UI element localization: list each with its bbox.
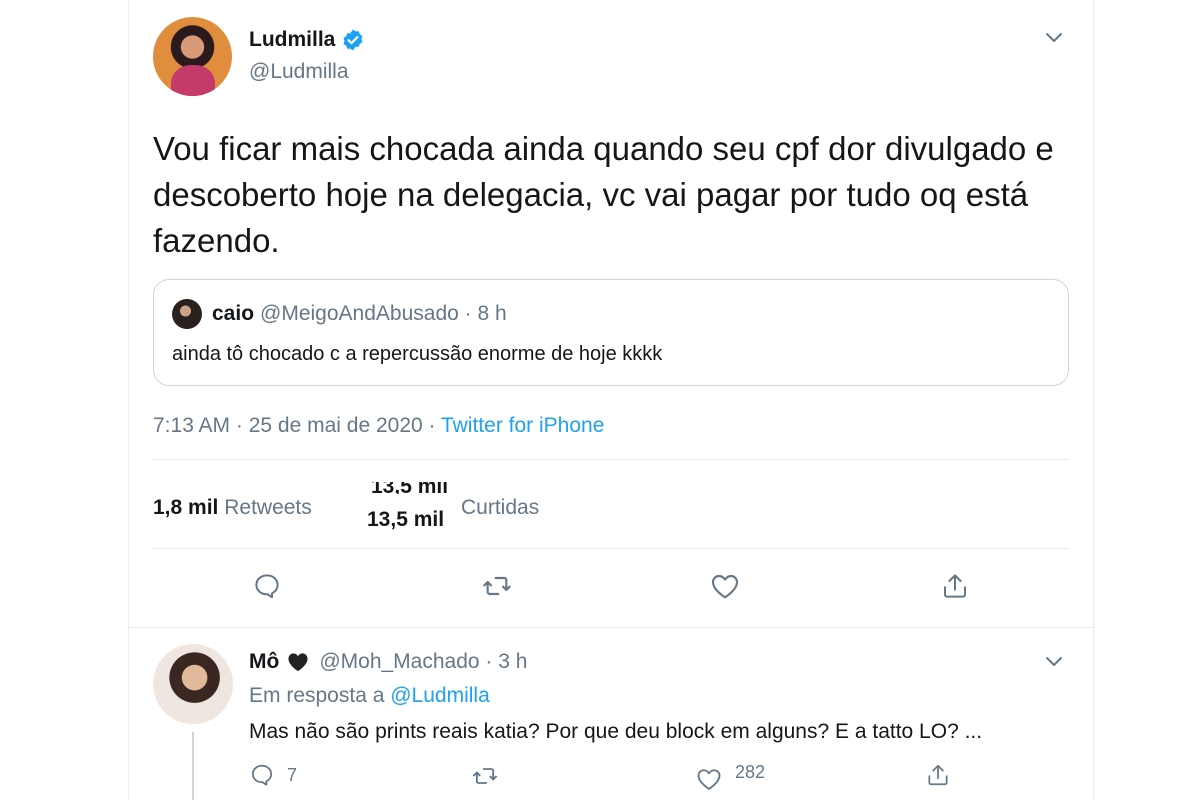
like-button[interactable] xyxy=(705,566,745,606)
chevron-down-icon[interactable] xyxy=(1043,650,1065,672)
tweet-source-link[interactable]: Twitter for iPhone xyxy=(441,414,604,437)
quoted-tweet[interactable]: caio @MeigoAndAbusado · 8 h ainda tô choc… xyxy=(153,279,1069,386)
share-icon xyxy=(944,574,966,598)
reply-header: Mô @Moh_Machado · 3 h xyxy=(249,650,527,674)
retweets-stat[interactable]: 1,8 mil Retweets xyxy=(153,496,312,520)
reply-author-name[interactable]: Mô xyxy=(249,650,279,674)
avatar[interactable] xyxy=(153,17,232,96)
retweet-button[interactable] xyxy=(477,566,517,606)
reply-share-button[interactable] xyxy=(925,762,951,788)
reply-actions: 7 282 xyxy=(249,762,1069,796)
tweet-actions xyxy=(129,566,1093,610)
quote-meta: @MeigoAndAbusado · 8 h xyxy=(260,302,507,325)
timeline-column: Ludmilla @Ludmilla Vou ficar mais chocad… xyxy=(128,0,1094,800)
quote-text: ainda tô chocado c a repercussão enorme … xyxy=(172,343,663,365)
reply-tweet[interactable]: Mô @Moh_Machado · 3 h Em resposta a @Lud… xyxy=(129,628,1093,800)
reply-button[interactable] xyxy=(247,566,287,606)
tweet-timestamp[interactable]: 7:13 AM · 25 de mai de 2020 · xyxy=(153,414,441,437)
reply-icon xyxy=(251,764,273,786)
likes-label[interactable]: Curtidas xyxy=(461,496,539,520)
reply-like-count: 282 xyxy=(735,762,766,782)
likes-count[interactable]: 13,5 mil xyxy=(367,508,444,532)
tweet-text: Vou ficar mais chocada ainda quando seu … xyxy=(153,130,1054,259)
reply-to-link[interactable]: @Ludmilla xyxy=(390,684,490,707)
reply-icon xyxy=(255,574,279,599)
verified-badge-icon xyxy=(341,28,365,52)
tweet-timestamp-line: 7:13 AM · 25 de mai de 2020 · Twitter fo… xyxy=(153,414,604,438)
author-name-row: Ludmilla xyxy=(249,28,365,52)
reply-reply-button[interactable]: 7 xyxy=(249,762,297,788)
retweet-icon xyxy=(483,576,511,596)
reply-text: Mas não são prints reais katia? Por que … xyxy=(249,720,983,743)
retweets-label: Retweets xyxy=(224,496,312,519)
divider xyxy=(153,459,1069,460)
reply-like-button[interactable]: 282 xyxy=(695,762,765,796)
author-display-name[interactable]: Ludmilla xyxy=(249,28,335,52)
quote-author-name: caio xyxy=(212,302,255,325)
heart-emoji-icon xyxy=(287,652,309,672)
quote-avatar xyxy=(172,299,202,329)
main-tweet: Ludmilla @Ludmilla Vou ficar mais chocad… xyxy=(129,0,1093,628)
retweets-count: 1,8 mil xyxy=(153,496,219,519)
reply-meta[interactable]: @Moh_Machado · 3 h xyxy=(319,650,527,674)
author-handle[interactable]: @Ludmilla xyxy=(249,60,349,84)
chevron-down-icon[interactable] xyxy=(1043,26,1065,48)
thread-line xyxy=(192,732,194,800)
like-icon xyxy=(711,574,739,599)
share-icon xyxy=(928,764,948,786)
reply-count: 7 xyxy=(287,764,298,785)
like-icon xyxy=(697,769,721,790)
reply-to-prefix: Em resposta a xyxy=(249,684,391,707)
quote-header: caio @MeigoAndAbusado · 8 h xyxy=(212,302,507,326)
share-button[interactable] xyxy=(935,566,975,606)
retweet-icon xyxy=(472,768,498,784)
likes-count-rolling: 13,5 mil xyxy=(371,482,449,494)
reply-avatar[interactable] xyxy=(153,644,233,724)
reply-retweet-button[interactable] xyxy=(471,762,499,790)
divider xyxy=(153,548,1069,549)
replying-to: Em resposta a @Ludmilla xyxy=(249,684,490,708)
